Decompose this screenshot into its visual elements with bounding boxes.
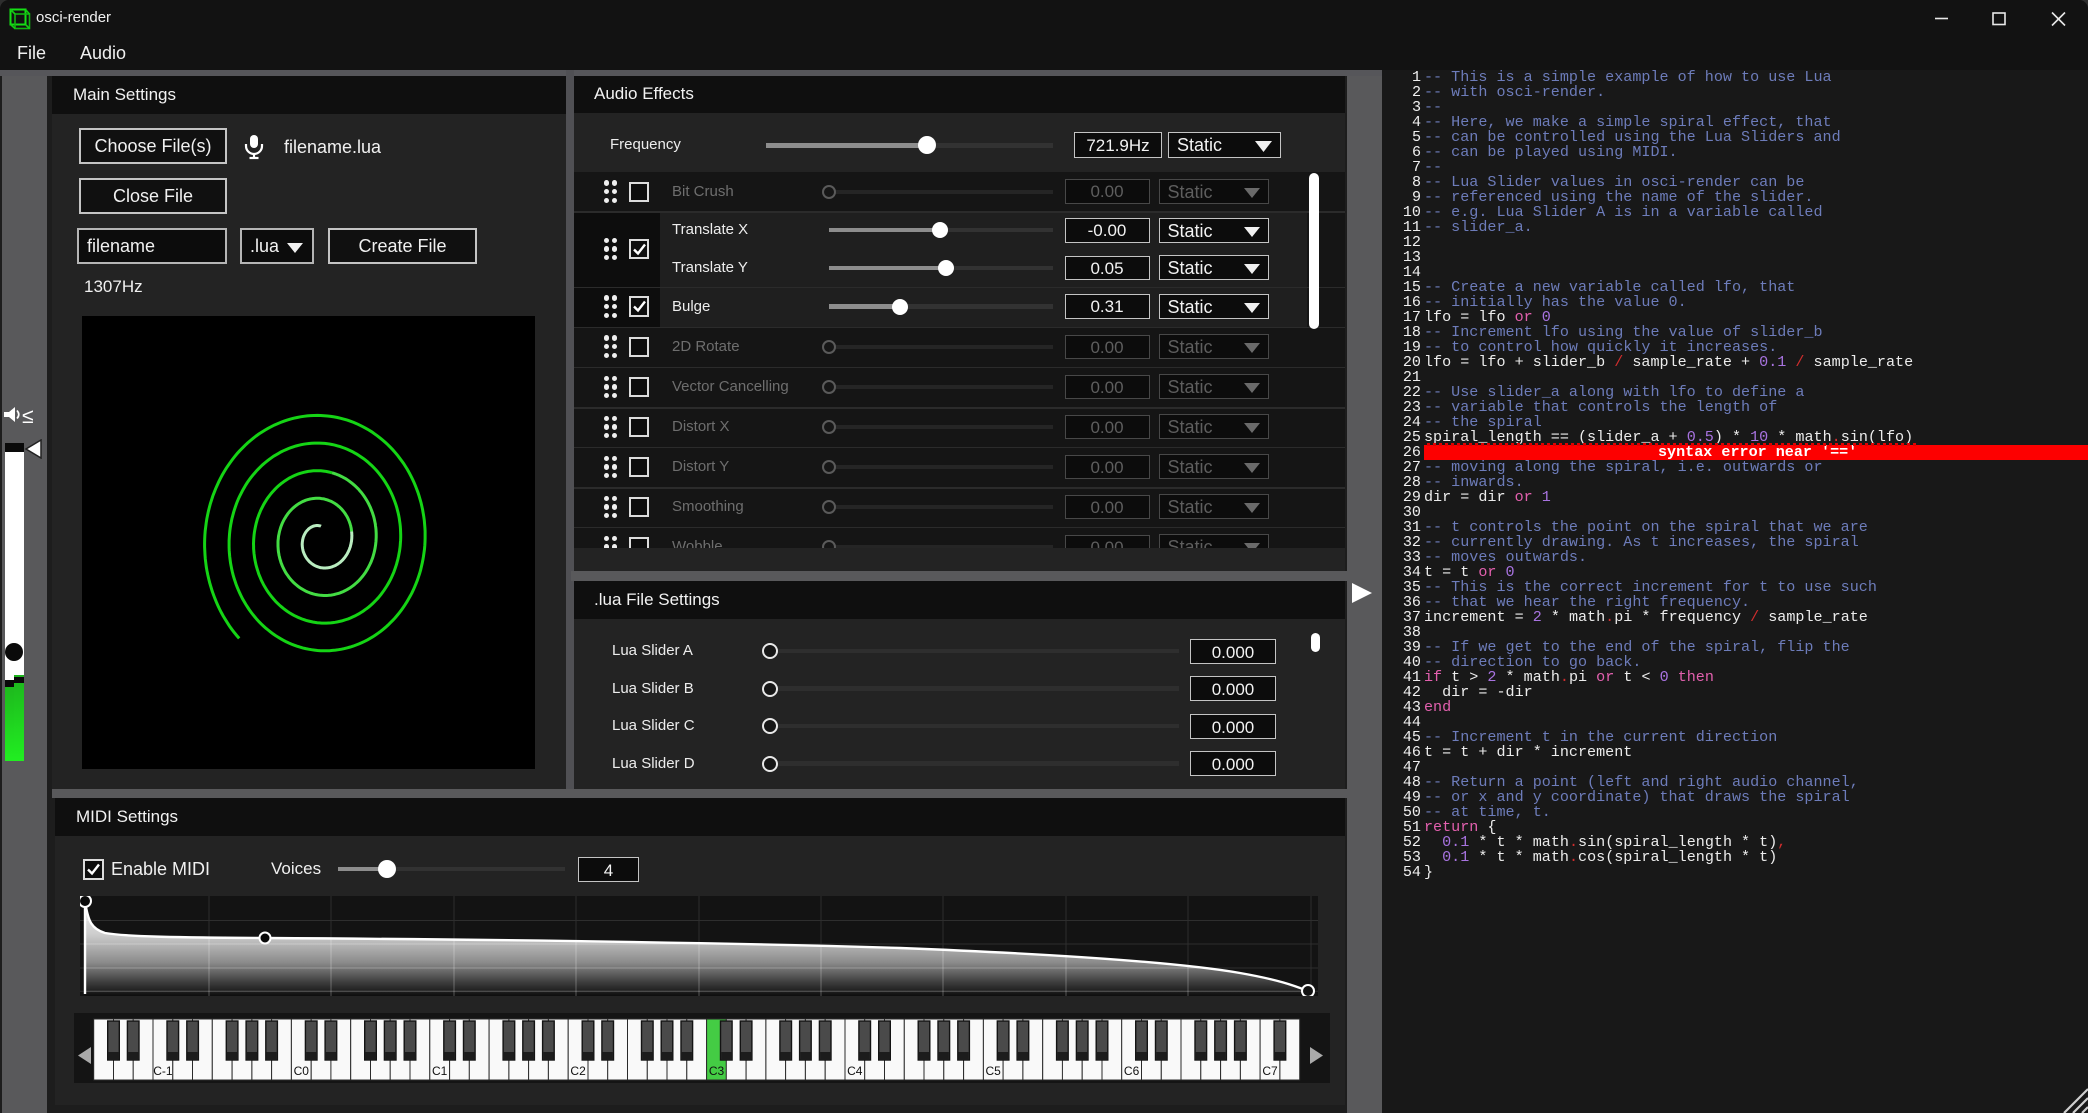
- svg-text:C-1: C-1: [153, 1064, 173, 1078]
- svg-text:C2: C2: [570, 1064, 586, 1078]
- svg-text:C6: C6: [1124, 1064, 1140, 1078]
- svg-text:≤: ≤: [22, 405, 34, 428]
- svg-text:C7: C7: [1262, 1064, 1278, 1078]
- svg-text:C3: C3: [709, 1064, 725, 1078]
- svg-text:C0: C0: [294, 1064, 310, 1078]
- svg-text:C1: C1: [432, 1064, 448, 1078]
- svg-text:C5: C5: [986, 1064, 1002, 1078]
- svg-text:C4: C4: [847, 1064, 863, 1078]
